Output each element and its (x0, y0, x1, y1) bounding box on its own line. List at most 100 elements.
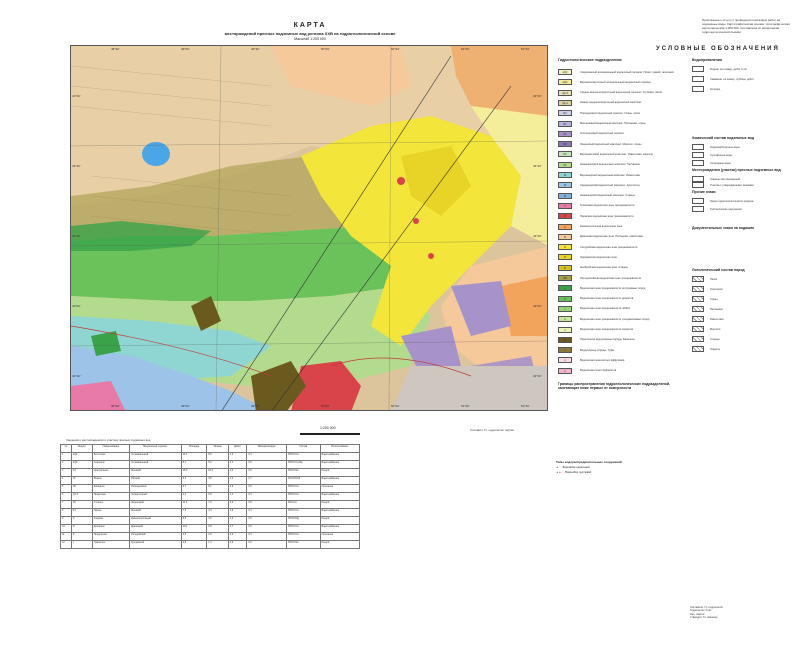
legend-symbol-text: Сульфатные воды (710, 153, 733, 157)
table-cell: 15,0 (180, 468, 208, 477)
top-right-note: Приложение к отчету о проведении поисков… (702, 18, 790, 34)
legend-symbol-icon (692, 336, 704, 342)
legend-symbol-row: Глины (692, 296, 718, 302)
table-cell: Резерв (319, 468, 360, 477)
table-cell: 0,3 (246, 532, 287, 541)
coord-left-2: 43°20' (72, 234, 81, 238)
coord-left-0: 44°00' (72, 94, 81, 98)
legend-hydro-row: K1 Нижнемеловой водоносный комплекс. Песч… (558, 161, 680, 169)
table-cell: 1,4 (227, 476, 248, 485)
coord-bottom-4: 50°30' (391, 404, 400, 408)
single-intake-icon: ▲ (556, 466, 559, 469)
legend-symbol-row: Гидрокарбонатные воды (692, 144, 740, 150)
table-cell: Водоснабжение (319, 476, 360, 485)
table-cell: HCO3-Mg (285, 516, 321, 525)
table-cell: Водоснабжение (319, 452, 360, 461)
marker-red-1 (397, 177, 405, 185)
table-cell: 4,2 (180, 492, 208, 501)
legend-hydro-text: Кембрийская водоносная зона. Сланцы (580, 266, 628, 270)
table-cell: J3 (70, 476, 93, 485)
table-cell: 2,5 (206, 492, 229, 501)
legend-symbol-icon (692, 182, 704, 188)
table-cell: 6 (60, 492, 72, 501)
table-cell: Водоснабжение (319, 460, 360, 469)
table-cell: Водоснабжение (319, 524, 360, 533)
legend-hydro-row: C Каменноугольная водоносная зона (558, 223, 680, 231)
table-cell: 7,5 (180, 508, 208, 517)
table-cell: Аллювиальный (129, 452, 182, 461)
table-header-cell: Дебит (227, 444, 248, 453)
table-cell: 0,4 (246, 452, 287, 461)
table-cell: 3,2 (227, 452, 248, 461)
table-row: 11 S Предгорное Силурийский 3,6 2,0 0,9 0,3 HCO3… (60, 532, 360, 541)
legend-swatch: Є (558, 264, 572, 271)
table-cell: 1,2 (227, 516, 248, 525)
table-cell: aQ4 (70, 452, 93, 461)
geological-map[interactable] (71, 46, 548, 411)
legend-swatch: P (558, 213, 572, 220)
wells-block: Типы водораспределительных сооружений ▲ В… (556, 460, 716, 474)
legend-symbol-row: Известняки (692, 316, 724, 322)
legend-hydro-text: Олигоценовый водоносный горизонт (580, 132, 625, 136)
legend-symbol-row: Граниты (692, 346, 720, 352)
marker-red-2 (413, 218, 419, 224)
table-cell: 0,5 (246, 460, 287, 469)
legend-swatch: τ (558, 347, 572, 354)
legend-symbol-row: Песчаники (692, 306, 723, 312)
wells-heading: Типы водораспределительных сооружений (556, 460, 622, 464)
legend-hydro-row: ξ Водоносная зона трещиноватости сиенитов (558, 326, 680, 334)
table-cell: Резерв (319, 500, 360, 509)
table-cell: 6,1 (206, 484, 229, 493)
table-cell: Трещинный (129, 540, 182, 549)
legend-symbol-icon (692, 286, 704, 292)
legend-hydro-text: Верхнеюрский водоносный комплекс. Извест… (580, 173, 640, 177)
table-cell: 2,9 (227, 500, 248, 509)
table-cell: 6,3 (180, 476, 208, 485)
table-cell: Приречное (91, 492, 131, 501)
table-cell: Водоснабжение (319, 492, 360, 501)
table-cell: N2 (70, 484, 93, 493)
legend-hydro-text: Водоносная зона трещиноватости диоритов (580, 297, 634, 301)
table-cell: Озёрное (91, 516, 131, 525)
legend-hydro-heading: Гидрогеологические подразделения (558, 58, 622, 62)
legend-symbol-text: Сланцы (710, 337, 720, 341)
coord-bottom-3: 50°00' (321, 404, 330, 408)
legend-symbol-icon (692, 144, 704, 150)
legend-hydro-row: D Девонская водоносная зона. Песчаники, и… (558, 233, 680, 241)
legend-hydro-text: Водоносная зона трещиноватости ультраосн… (580, 317, 650, 321)
table-cell: 10 (60, 524, 72, 533)
table-cell: Меловой (129, 508, 182, 517)
table-cell: γ (70, 540, 93, 549)
table-cell: HCO3-Na (285, 468, 321, 477)
legend-hydro-text: Девонская водоносная зона. Песчаники, из… (580, 235, 643, 239)
table-cell: 10,2 (180, 524, 208, 533)
legend-hydro-text: Средне-верхнечетвертичный водоносный гор… (580, 91, 662, 95)
map-sheet: КАРТА месторождений пресных подземных во… (0, 0, 795, 654)
table-cell: 5 (60, 484, 72, 493)
legend-symbol-icon (692, 198, 704, 204)
coord-right-4: 42°40' (533, 374, 542, 378)
legend-symbol-icon (692, 66, 704, 72)
table-cell: HCO3-Ca (285, 492, 321, 501)
table-cell: Водоснабжение (319, 508, 360, 517)
legend-hydro-text: Нижне-среднечетвертичный водоносный комп… (580, 101, 642, 105)
table-cell: HCO3-Ca (285, 508, 321, 517)
table-cell: 1,4 (206, 540, 229, 549)
table-header-cell: Запасы (206, 444, 229, 453)
table-cell: Аллювиальный (129, 460, 182, 469)
table-row: 10 D Долинное Девонский 10,2 6,8 2,7 0,5 HCO3-Ca… (60, 524, 360, 533)
table-cell: 2,1 (227, 460, 248, 469)
table-cell: 0,2 (246, 540, 287, 549)
legend-symbol-text: Родник, его номер, дебит в л/с (710, 67, 747, 71)
legend-swatch: Q1-2 (558, 99, 572, 106)
coord-right-1: 43°40' (533, 164, 542, 168)
legend-swatch: O (558, 254, 572, 261)
author-note: Составил: Гл. гидрогеолог партии (470, 428, 514, 432)
table-row: 6 Q2-3 Приречное Четвертичный 4,2 2,5 1,1 0,3 HC… (60, 492, 360, 501)
legend-swatch: σ (558, 316, 572, 323)
map-frame[interactable]: 48°30' 49°00' 49°30' 50°00' 50°30' 51°00… (70, 45, 548, 411)
legend-hydro-row: π Водоносная зона порфиритов (558, 367, 680, 375)
legend-swatch: aQ3 (558, 79, 572, 86)
legend-symbol-row: Колодец (692, 86, 720, 92)
table-cell: 1,8 (227, 508, 248, 517)
